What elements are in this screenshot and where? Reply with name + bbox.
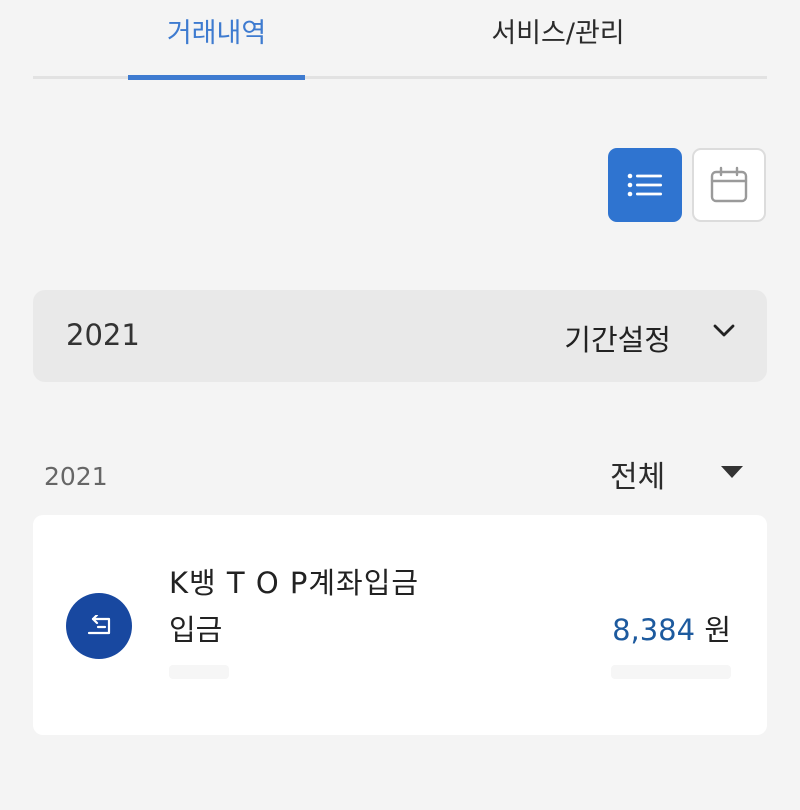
blurred-balance-line bbox=[611, 665, 731, 679]
caret-down-icon bbox=[721, 466, 743, 478]
amount-currency: 원 bbox=[704, 613, 731, 647]
list-icon bbox=[627, 173, 662, 197]
tab-bar: 거래내역 서비스/관리 bbox=[33, 0, 767, 80]
amount-value: 8,384 bbox=[612, 613, 696, 647]
calendar-view-button[interactable] bbox=[692, 148, 766, 222]
period-year: 2021 bbox=[66, 318, 140, 352]
transaction-icon-badge bbox=[66, 593, 132, 659]
filter-dropdown[interactable]: 전체 bbox=[580, 450, 760, 496]
filter-label: 전체 bbox=[610, 460, 666, 495]
blurred-detail-line bbox=[169, 665, 229, 679]
list-view-button[interactable] bbox=[608, 148, 682, 222]
tab-transaction-history[interactable]: 거래내역 bbox=[128, 14, 305, 54]
active-tab-indicator bbox=[128, 75, 305, 80]
transaction-type: 입금 bbox=[169, 613, 223, 647]
period-setting-label: 기간설정 bbox=[564, 323, 671, 357]
period-selector[interactable]: 2021 기간설정 bbox=[33, 290, 767, 382]
transfer-in-icon bbox=[87, 615, 111, 635]
transaction-card[interactable]: K뱅 T O P계좌입금 입금 8,384 원 bbox=[33, 515, 767, 735]
transaction-amount: 8,384 원 bbox=[612, 607, 731, 649]
list-year-label: 2021 bbox=[44, 462, 108, 491]
transaction-title: K뱅 T O P계좌입금 bbox=[169, 566, 420, 600]
tab-service-management[interactable]: 서비스/관리 bbox=[428, 14, 688, 54]
calendar-icon bbox=[710, 166, 748, 203]
chevron-down-icon bbox=[713, 324, 735, 337]
